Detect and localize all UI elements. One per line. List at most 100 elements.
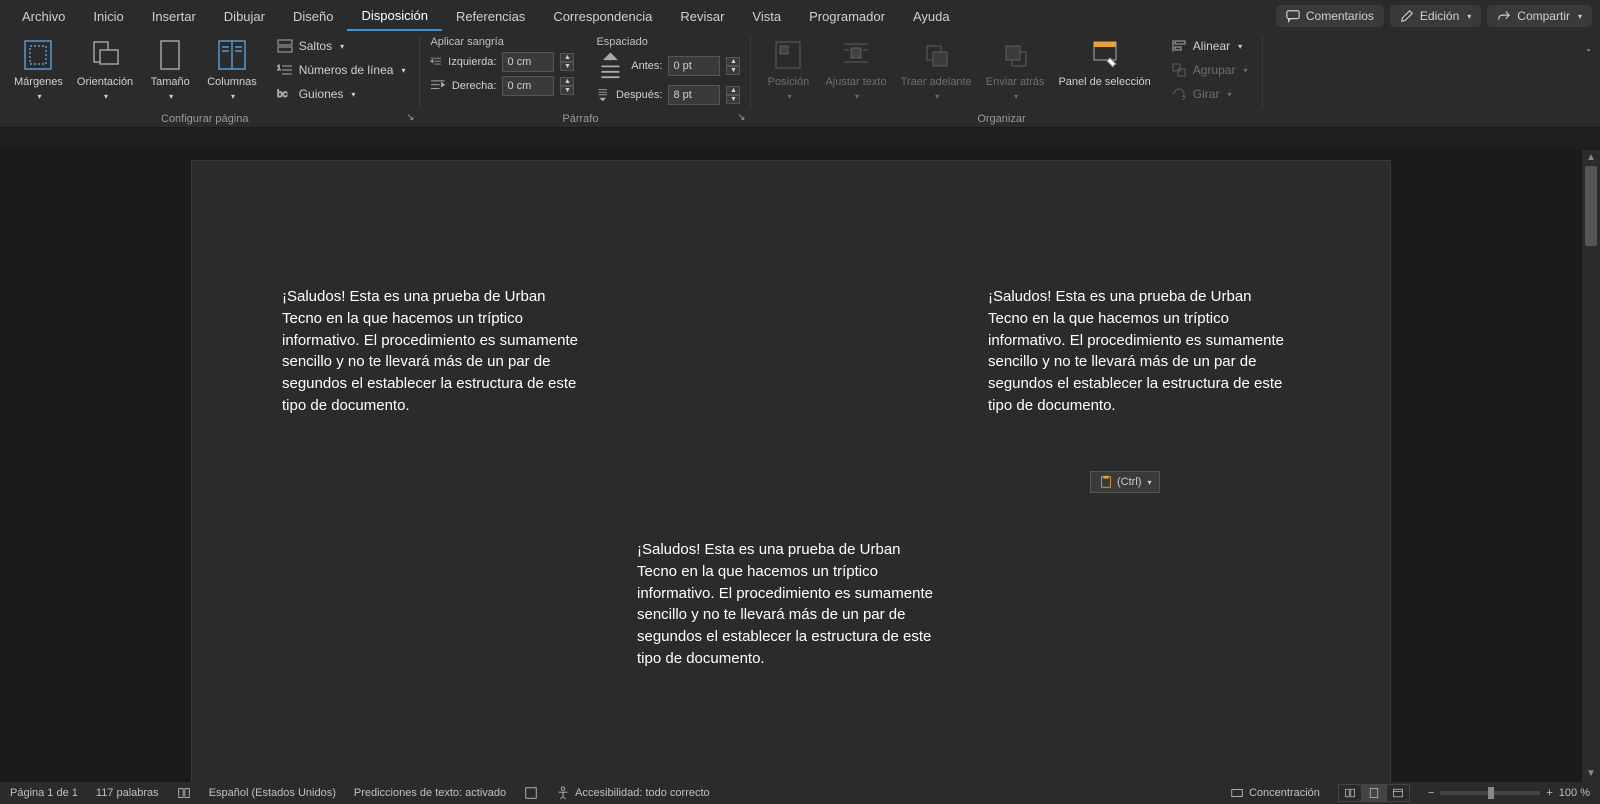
scroll-track[interactable] bbox=[1582, 166, 1600, 766]
tab-archivo[interactable]: Archivo bbox=[8, 3, 79, 30]
accessibility-label: Accesibilidad: todo correcto bbox=[575, 787, 710, 799]
tab-referencias[interactable]: Referencias bbox=[442, 3, 539, 30]
breaks-button[interactable]: Saltos▾ bbox=[273, 36, 410, 56]
macro-status[interactable] bbox=[524, 786, 538, 800]
spacing-before-spinner[interactable]: ▲▼ bbox=[726, 57, 740, 75]
tab-dibujar[interactable]: Dibujar bbox=[210, 3, 279, 30]
scroll-down-button[interactable]: ▼ bbox=[1582, 766, 1600, 782]
align-button[interactable]: Alinear▾ bbox=[1167, 36, 1252, 56]
spacing-after-icon bbox=[596, 88, 610, 102]
share-icon bbox=[1497, 9, 1511, 23]
line-numbers-button[interactable]: 1 Números de línea▾ bbox=[273, 60, 410, 80]
tab-correspondencia[interactable]: Correspondencia bbox=[539, 3, 666, 30]
zoom-slider[interactable] bbox=[1440, 791, 1540, 795]
text-predictions-status[interactable]: Predicciones de texto: activado bbox=[354, 787, 506, 799]
align-label: Alinear bbox=[1193, 39, 1230, 53]
tab-revisar[interactable]: Revisar bbox=[666, 3, 738, 30]
spacing-before-icon bbox=[596, 52, 625, 81]
indent-title: Aplicar sangría bbox=[430, 36, 574, 48]
chevron-down-icon: ▾ bbox=[935, 92, 939, 101]
chevron-down-icon: ⌄ bbox=[1585, 44, 1592, 53]
position-icon bbox=[771, 38, 805, 72]
paragraph-launcher[interactable]: ↘ bbox=[734, 111, 748, 125]
group-label-arrange: Organizar bbox=[751, 113, 1251, 125]
comment-icon bbox=[1286, 9, 1300, 23]
tab-insertar[interactable]: Insertar bbox=[138, 3, 210, 30]
spacing-after-spinner[interactable]: ▲▼ bbox=[726, 86, 740, 104]
focus-mode-button[interactable]: Concentración bbox=[1230, 786, 1320, 800]
web-layout-button[interactable] bbox=[1386, 784, 1410, 802]
spellcheck-status[interactable] bbox=[177, 786, 191, 800]
scroll-thumb[interactable] bbox=[1585, 166, 1597, 246]
collapse-ribbon-button[interactable]: ⌄ bbox=[1575, 36, 1600, 109]
column-3-text[interactable]: ¡Saludos! Esta es una prueba de Urban Te… bbox=[988, 286, 1288, 417]
paste-hint-label: (Ctrl) bbox=[1117, 476, 1141, 488]
indent-left-input[interactable] bbox=[502, 52, 554, 72]
pencil-icon bbox=[1400, 9, 1414, 23]
group-objects-button: Agrupar▾ bbox=[1167, 60, 1252, 80]
hyphenation-button[interactable]: bc Guiones▾ bbox=[273, 84, 410, 104]
accessibility-status[interactable]: Accesibilidad: todo correcto bbox=[556, 786, 710, 800]
page-status[interactable]: Página 1 de 1 bbox=[10, 787, 78, 799]
zoom-in-button[interactable]: + bbox=[1546, 787, 1552, 799]
indent-left-spinner[interactable]: ▲▼ bbox=[560, 53, 574, 71]
breaks-label: Saltos bbox=[299, 39, 332, 53]
document-area[interactable]: ¡Saludos! Esta es una prueba de Urban Te… bbox=[0, 150, 1582, 782]
focus-icon bbox=[1230, 786, 1244, 800]
size-button[interactable]: Tamaño ▾ bbox=[143, 36, 197, 103]
align-icon bbox=[1171, 38, 1187, 54]
group-label-page-setup: Configurar página bbox=[0, 113, 409, 125]
indent-right-input[interactable] bbox=[502, 76, 554, 96]
margins-button[interactable]: Márgenes ▾ bbox=[10, 36, 67, 103]
ribbon: Márgenes ▾ Orientación ▾ Tamaño ▾ Column… bbox=[0, 32, 1600, 128]
column-2-text[interactable]: ¡Saludos! Esta es una prueba de Urban Te… bbox=[637, 539, 937, 670]
page[interactable]: ¡Saludos! Esta es una prueba de Urban Te… bbox=[191, 160, 1391, 782]
tab-programador[interactable]: Programador bbox=[795, 3, 899, 30]
tab-ayuda[interactable]: Ayuda bbox=[899, 3, 964, 30]
tab-diseno[interactable]: Diseño bbox=[279, 3, 347, 30]
spacing-after-input[interactable] bbox=[668, 85, 720, 105]
language-status[interactable]: Español (Estados Unidos) bbox=[209, 787, 336, 799]
margins-icon bbox=[21, 38, 55, 72]
scroll-up-button[interactable]: ▲ bbox=[1582, 150, 1600, 166]
chevron-down-icon: ▾ bbox=[401, 66, 405, 75]
spacing-before-input[interactable] bbox=[668, 56, 720, 76]
read-icon bbox=[1344, 787, 1356, 799]
print-layout-button[interactable] bbox=[1362, 784, 1386, 802]
tab-inicio[interactable]: Inicio bbox=[79, 3, 137, 30]
vertical-scrollbar[interactable]: ▲ ▼ bbox=[1582, 150, 1600, 782]
orientation-button[interactable]: Orientación ▾ bbox=[73, 36, 137, 103]
group-label-paragraph: Párrafo bbox=[420, 113, 740, 125]
zoom-out-button[interactable]: − bbox=[1428, 787, 1434, 799]
selection-pane-button[interactable]: Panel de selección bbox=[1054, 36, 1154, 90]
tab-disposicion[interactable]: Disposición bbox=[347, 2, 441, 31]
group-page-setup: Márgenes ▾ Orientación ▾ Tamaño ▾ Column… bbox=[0, 36, 420, 109]
editing-mode-button[interactable]: Edición▾ bbox=[1390, 5, 1481, 27]
chevron-down-icon: ▾ bbox=[37, 92, 41, 101]
comments-label: Comentarios bbox=[1306, 9, 1374, 23]
rotate-icon bbox=[1171, 86, 1187, 102]
page-setup-launcher[interactable]: ↘ bbox=[403, 111, 417, 125]
size-label: Tamaño bbox=[151, 76, 190, 88]
ribbon-tabs: Archivo Inicio Insertar Dibujar Diseño D… bbox=[0, 0, 1600, 32]
share-button[interactable]: Compartir▾ bbox=[1487, 5, 1592, 27]
word-count[interactable]: 117 palabras bbox=[96, 787, 159, 799]
zoom-thumb[interactable] bbox=[1488, 787, 1494, 799]
macro-icon bbox=[524, 786, 538, 800]
indent-right-spinner[interactable]: ▲▼ bbox=[560, 77, 574, 95]
hyphenation-icon: bc bbox=[277, 86, 293, 102]
backward-label: Enviar atrás bbox=[986, 76, 1045, 88]
read-mode-button[interactable] bbox=[1338, 784, 1362, 802]
chevron-down-icon: ▾ bbox=[1578, 12, 1582, 21]
tab-vista[interactable]: Vista bbox=[738, 3, 795, 30]
send-backward-button: Enviar atrás ▾ bbox=[982, 36, 1049, 103]
zoom-value[interactable]: 100 % bbox=[1559, 787, 1590, 799]
wrap-text-button: Ajustar texto ▾ bbox=[821, 36, 890, 103]
comments-button[interactable]: Comentarios bbox=[1276, 5, 1384, 27]
margins-label: Márgenes bbox=[14, 76, 63, 88]
wrap-label: Ajustar texto bbox=[825, 76, 886, 88]
size-icon bbox=[153, 38, 187, 72]
columns-button[interactable]: Columnas ▾ bbox=[203, 36, 261, 103]
paste-options-button[interactable]: (Ctrl)▾ bbox=[1090, 471, 1160, 493]
column-1-text[interactable]: ¡Saludos! Esta es una prueba de Urban Te… bbox=[282, 286, 582, 417]
